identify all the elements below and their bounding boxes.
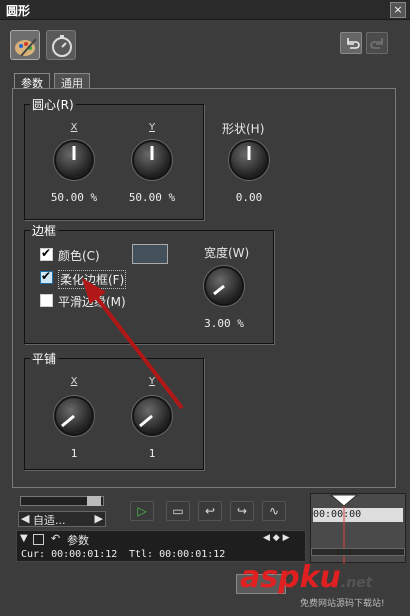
right-arrow-icon: ▶ bbox=[94, 512, 103, 525]
smooth-edge-checkbox[interactable] bbox=[40, 294, 53, 307]
knob-indicator-icon bbox=[213, 284, 225, 296]
palette-tool-button[interactable] bbox=[10, 30, 40, 60]
collapse-arrow-icon[interactable]: ▼ bbox=[20, 533, 28, 544]
shape-value: 0.00 bbox=[235, 191, 263, 204]
track-checkbox[interactable] bbox=[33, 534, 44, 545]
reset-icon[interactable]: ↶ bbox=[51, 532, 60, 545]
undo-button[interactable] bbox=[340, 32, 362, 54]
center-x-label: X bbox=[70, 122, 78, 133]
return-icon: ↩ bbox=[204, 504, 216, 518]
center-group-label: 圆心(R) bbox=[30, 96, 76, 113]
knob-indicator-icon bbox=[247, 146, 251, 160]
width-label: 宽度(W) bbox=[204, 246, 250, 260]
timeline-scrollbar[interactable] bbox=[311, 548, 405, 556]
tile-group-label: 平铺 bbox=[30, 350, 59, 367]
center-y-label: Y bbox=[148, 122, 156, 133]
tab-general[interactable]: 通用 bbox=[54, 73, 90, 90]
zoom-slider-thumb[interactable] bbox=[87, 496, 101, 506]
forward-icon: ↪ bbox=[236, 504, 248, 518]
tile-y-value: 1 bbox=[148, 447, 156, 460]
border-group-label: 边框 bbox=[30, 222, 59, 239]
current-time: Cur: 00:00:01:12 bbox=[21, 549, 118, 560]
center-x-knob[interactable] bbox=[54, 140, 94, 180]
play-icon: ▷ bbox=[137, 504, 147, 518]
redo-icon bbox=[370, 38, 383, 49]
width-value: 3.00 % bbox=[204, 317, 244, 330]
knob-indicator-icon bbox=[150, 146, 154, 160]
zoom-slider[interactable] bbox=[20, 496, 104, 506]
annotation-arrow-icon bbox=[82, 278, 184, 410]
stopwatch-icon bbox=[52, 35, 72, 57]
watermark-text: aspku bbox=[240, 560, 341, 595]
color-label: 颜色(C) bbox=[58, 249, 100, 263]
shape-label: 形状(H) bbox=[222, 122, 265, 136]
center-x-value: 50.00 % bbox=[50, 191, 98, 204]
play-button[interactable]: ▷ bbox=[130, 501, 154, 521]
title-bar: 圆形 × bbox=[0, 0, 410, 20]
graph-icon: ∿ bbox=[268, 504, 280, 518]
center-y-value: 50.00 % bbox=[128, 191, 176, 204]
keyframe-nav-icon[interactable]: ◀ ◆ ▶ bbox=[263, 533, 290, 543]
redo-button[interactable] bbox=[366, 32, 388, 54]
center-y-knob[interactable] bbox=[132, 140, 172, 180]
tile-x-value: 1 bbox=[70, 447, 78, 460]
graph-button[interactable]: ∿ bbox=[262, 501, 286, 521]
undo-icon bbox=[347, 38, 360, 49]
color-swatch[interactable] bbox=[132, 244, 168, 264]
close-button[interactable]: × bbox=[390, 2, 406, 18]
stopwatch-tool-button[interactable] bbox=[46, 30, 76, 60]
step-back-button[interactable]: ↩ bbox=[198, 501, 222, 521]
width-knob[interactable] bbox=[204, 266, 244, 306]
zoom-dropdown-value: 自适... bbox=[33, 514, 66, 527]
timeline[interactable]: 00:00:00 bbox=[310, 493, 406, 564]
soft-border-checkbox[interactable] bbox=[40, 269, 53, 284]
tab-params[interactable]: 参数 bbox=[14, 73, 50, 90]
knob-indicator-icon bbox=[72, 146, 76, 160]
preview-button[interactable]: ▭ bbox=[166, 501, 190, 521]
track-area: ▼ ↶ 参数 ◀ ◆ ▶ Cur: 00:00:01:12 Ttl: 00:00… bbox=[16, 530, 306, 562]
shape-knob[interactable] bbox=[229, 140, 269, 180]
transport-area: 自适... ◀ ▶ ▷ ▭ ↩ ↪ ∿ ▼ ↶ 参数 ◀ ◆ ▶ Cur: 00… bbox=[16, 493, 306, 563]
color-checkbox[interactable] bbox=[40, 246, 53, 261]
total-time: Ttl: 00:00:01:12 bbox=[129, 549, 226, 560]
watermark-logo: aspku.net bbox=[240, 560, 372, 595]
speech-bubble-icon: ▭ bbox=[172, 504, 184, 518]
watermark-caption: 免费网站源码下载站! bbox=[300, 599, 385, 609]
palette-icon bbox=[15, 38, 37, 57]
zoom-dropdown[interactable]: 自适... ◀ ▶ bbox=[18, 511, 106, 527]
left-arrow-icon: ◀ bbox=[21, 512, 30, 525]
window-title: 圆形 bbox=[6, 4, 31, 18]
step-forward-button[interactable]: ↪ bbox=[230, 501, 254, 521]
track-label: 参数 bbox=[67, 534, 89, 547]
watermark-tld: .net bbox=[340, 575, 373, 591]
